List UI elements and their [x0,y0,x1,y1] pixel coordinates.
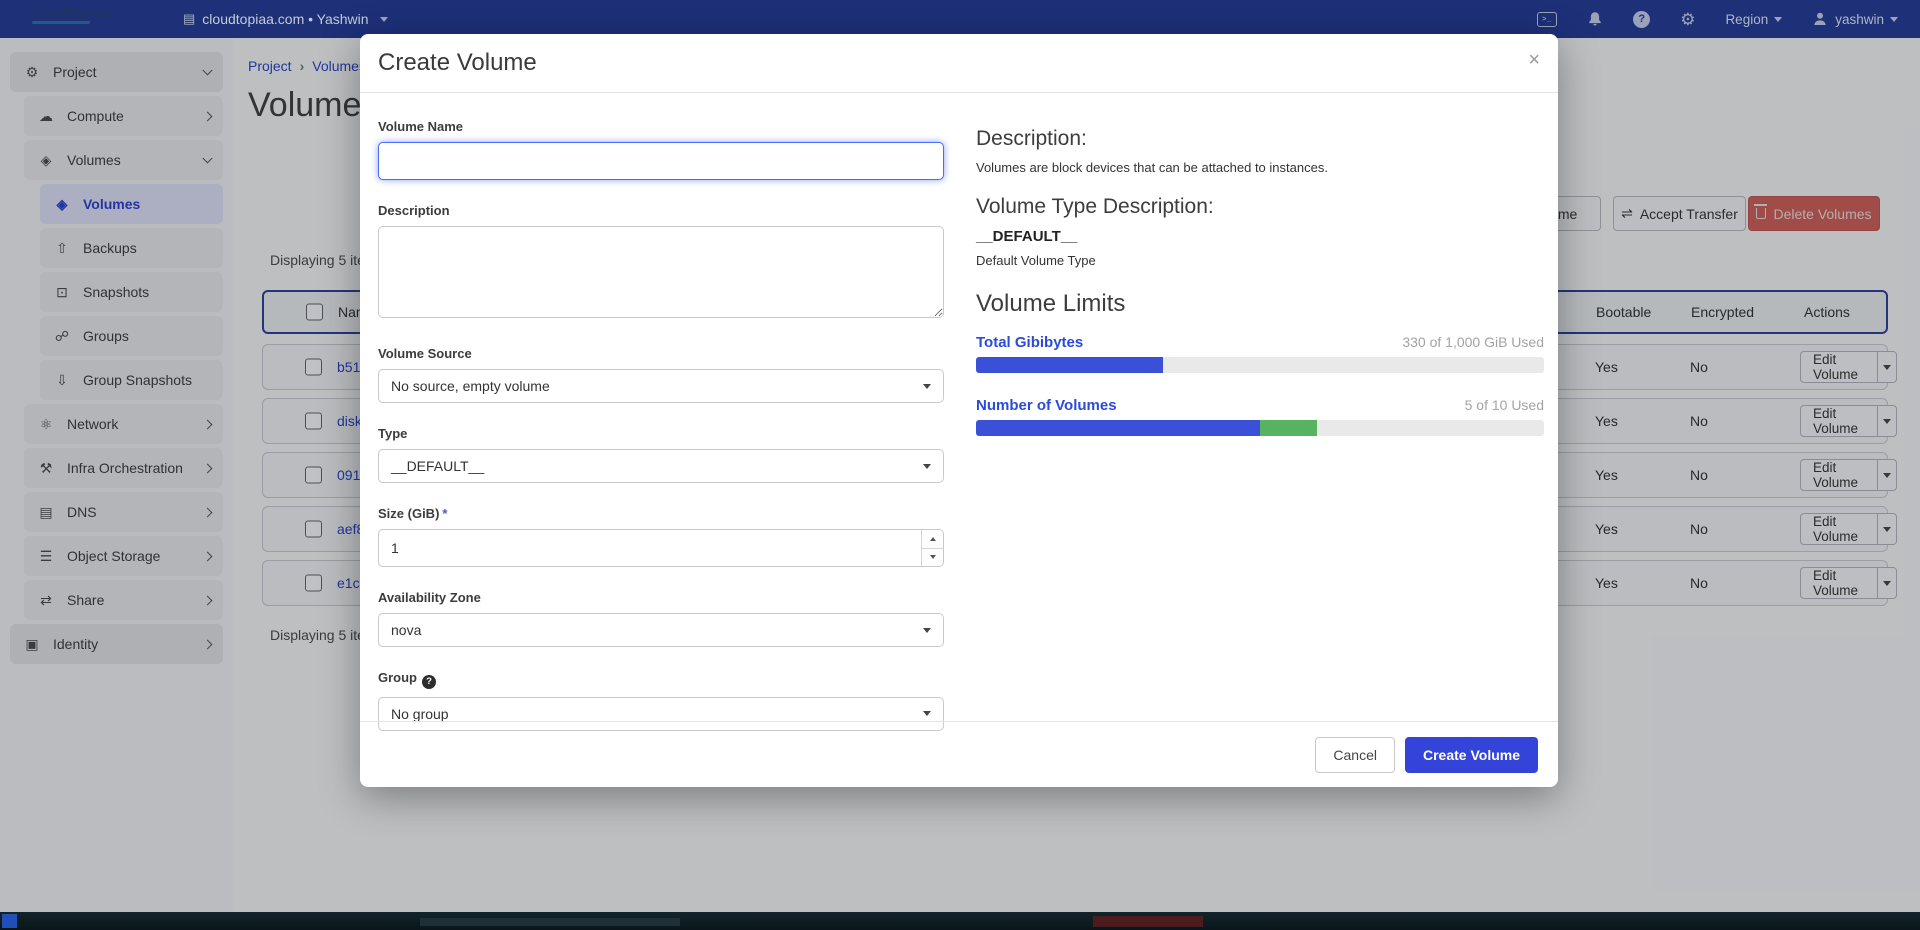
help-icon[interactable]: ? [1633,11,1650,28]
create-volume-modal: Create Volume × Volume Name Description … [360,34,1558,787]
total-gibibytes-usage: 330 of 1,000 GiB Used [1402,334,1544,350]
chevron-up-icon [930,537,936,541]
volume-limits-heading: Volume Limits [976,290,1544,318]
chevron-down-icon [1774,17,1782,22]
user-label: yashwin [1835,12,1884,27]
availability-zone-value: nova [391,622,421,638]
group-label: Group? [378,670,944,689]
chevron-down-icon [930,555,936,559]
chevron-down-icon [380,17,388,22]
create-volume-form: Volume Name Description Volume Source No… [378,93,944,754]
number-of-volumes-usage: 5 of 10 Used [1465,397,1544,413]
availability-zone-label: Availability Zone [378,590,944,605]
gibibytes-limit-row: Total Gibibytes 330 of 1,000 GiB Used [976,334,1544,351]
volume-source-value: No source, empty volume [391,378,550,394]
volume-name-label: Volume Name [378,119,944,134]
volume-source-label: Volume Source [378,346,944,361]
volumes-progress-bar [976,420,1544,436]
size-label: Size (GiB)* [378,506,944,521]
group-value: No group [391,706,449,722]
volume-source-select[interactable]: No source, empty volume [378,369,944,403]
gear-icon[interactable]: ⚙ [1680,11,1695,28]
info-type-desc: Default Volume Type [976,253,1544,268]
close-icon[interactable]: × [1528,50,1540,70]
domain-project-label: cloudtopiaa.com • Yashwin [202,11,368,27]
volumes-limit-row: Number of Volumes 5 of 10 Used [976,397,1544,414]
chevron-down-icon [923,628,931,633]
type-label: Type [378,426,944,441]
console-icon[interactable]: >_ [1537,12,1557,27]
region-label: Region [1725,12,1768,27]
modal-title: Create Volume [378,49,537,77]
info-description-heading: Description: [976,127,1544,151]
chevron-down-icon [923,384,931,389]
size-stepper [921,530,943,566]
gibibytes-used-fill [976,357,1163,373]
description-label: Description [378,203,944,218]
number-of-volumes-label: Number of Volumes [976,397,1117,414]
navbar-right-cluster: >_ ? ⚙ Region yashwin [1537,0,1898,38]
screen: Cloudtopiaa ▤ cloudtopiaa.com • Yashwin … [0,0,1920,930]
info-type-name: __DEFAULT__ [976,228,1544,245]
stepper-down-button[interactable] [921,549,943,567]
cancel-button[interactable]: Cancel [1315,737,1395,773]
total-gibibytes-label: Total Gibibytes [976,334,1083,351]
info-description-text: Volumes are block devices that can be at… [976,160,1544,175]
group-help-icon[interactable]: ? [422,675,436,689]
modal-header: Create Volume [360,34,1558,93]
domain-project-switcher[interactable]: ▤ cloudtopiaa.com • Yashwin [183,0,388,38]
gibibytes-progress-bar [976,357,1544,373]
create-volume-submit-button[interactable]: Create Volume [1405,737,1538,773]
bell-icon[interactable] [1587,11,1603,27]
modal-footer: Cancel Create Volume [360,721,1558,787]
chevron-down-icon [923,464,931,469]
user-icon [1812,11,1828,27]
stepper-up-button[interactable] [921,530,943,549]
brand-logo-text: Cloudtopiaa [32,5,152,20]
user-menu[interactable]: yashwin [1812,11,1898,27]
availability-zone-select[interactable]: nova [378,613,944,647]
region-dropdown[interactable]: Region [1725,12,1782,27]
modal-info-panel: Description: Volumes are block devices t… [976,93,1544,460]
brand-tagline [32,21,90,24]
type-select[interactable]: __DEFAULT__ [378,449,944,483]
chevron-down-icon [923,711,931,716]
window-icon: ▤ [183,11,195,27]
required-asterisk: * [442,506,447,521]
volumes-used-fill [976,420,1260,436]
volume-name-input[interactable] [378,142,944,180]
top-navbar: Cloudtopiaa ▤ cloudtopiaa.com • Yashwin … [0,0,1920,38]
size-input[interactable] [378,529,944,567]
info-type-heading: Volume Type Description: [976,195,1544,219]
type-value: __DEFAULT__ [391,458,484,474]
description-textarea[interactable] [378,226,944,318]
chevron-down-icon [1890,17,1898,22]
volumes-new-fill [1260,420,1317,436]
brand-logo[interactable]: Cloudtopiaa [32,5,152,24]
